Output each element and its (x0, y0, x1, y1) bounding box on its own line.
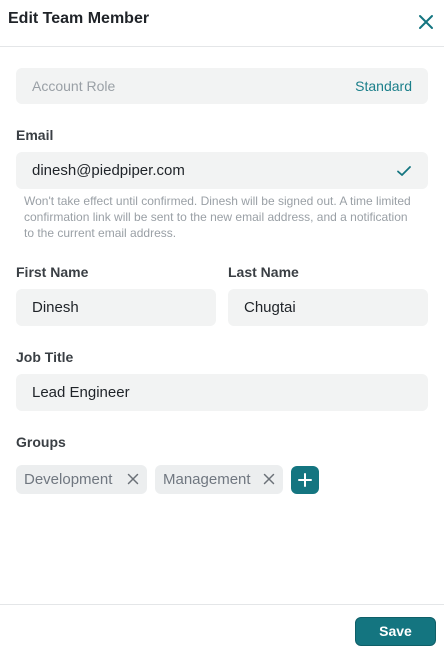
email-field-wrapper (16, 152, 428, 189)
last-name-field[interactable] (228, 289, 428, 326)
close-button[interactable] (416, 12, 436, 32)
remove-management-close-icon[interactable] (263, 473, 275, 485)
panel-footer: Save (0, 604, 444, 653)
remove-development-close-icon[interactable] (127, 473, 139, 485)
email-label: Email (16, 127, 54, 143)
last-name-wrapper (228, 289, 428, 326)
account-role-label: Account Role (32, 78, 116, 94)
last-name-label: Last Name (228, 264, 299, 280)
close-icon (419, 15, 433, 29)
check-icon (397, 166, 411, 176)
job-title-field[interactable] (16, 374, 428, 411)
groups-label: Groups (16, 434, 66, 450)
first-name-field[interactable] (16, 289, 216, 326)
account-role-value[interactable]: Standard (355, 78, 412, 94)
email-field[interactable] (16, 152, 428, 189)
panel-header: Edit Team Member (0, 0, 444, 47)
save-button[interactable]: Save (355, 617, 436, 646)
page-title: Edit Team Member (8, 10, 150, 27)
group-chip-label: Management (163, 471, 251, 488)
group-chip-development: Development (16, 465, 147, 494)
group-chip-label: Development (24, 471, 113, 488)
job-title-wrapper (16, 374, 428, 411)
job-title-label: Job Title (16, 349, 74, 365)
first-name-wrapper (16, 289, 216, 326)
plus-icon (298, 473, 312, 487)
account-role-field[interactable]: Account Role Standard (16, 68, 428, 104)
edit-team-member-panel: Edit Team Member Account Role Standard E… (0, 0, 444, 653)
group-chip-management: Management (155, 465, 283, 494)
add-group-button[interactable] (291, 466, 319, 494)
email-hint-text: Won't take effect until confirmed. Dines… (24, 194, 411, 240)
first-name-label: First Name (16, 264, 89, 280)
